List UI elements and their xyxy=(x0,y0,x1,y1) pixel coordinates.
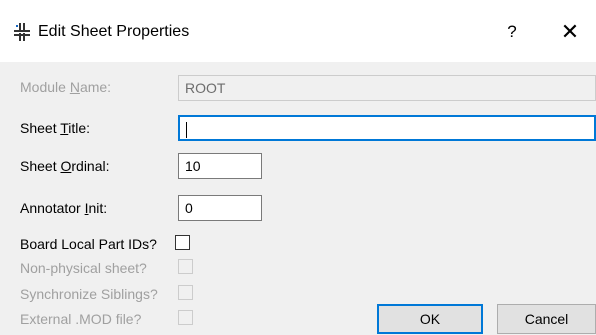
sheet-properties-icon xyxy=(14,23,30,41)
board-local-part-ids-checkbox[interactable] xyxy=(175,235,190,250)
non-physical-sheet-label: Non-physical sheet? xyxy=(20,260,147,276)
text-caret xyxy=(186,122,187,139)
window-title: Edit Sheet Properties xyxy=(38,23,190,40)
annotator-init-label: Annotator Init: xyxy=(20,200,108,216)
cancel-button[interactable]: Cancel xyxy=(497,304,596,334)
sheet-ordinal-label: Sheet Ordinal: xyxy=(20,158,110,174)
synchronize-siblings-checkbox[interactable] xyxy=(178,285,193,300)
non-physical-sheet-checkbox[interactable] xyxy=(178,259,193,274)
sheet-ordinal-input[interactable]: 10 xyxy=(178,153,262,179)
help-button[interactable]: ? xyxy=(492,14,532,50)
sheet-title-label: Sheet Title: xyxy=(20,120,91,136)
external-mod-file-label: External .MOD file? xyxy=(20,311,142,327)
external-mod-file-checkbox[interactable] xyxy=(178,310,193,325)
board-local-part-ids-label: Board Local Part IDs? xyxy=(20,236,157,252)
module-name-field: ROOT xyxy=(178,75,596,101)
close-button[interactable]: ✕ xyxy=(550,14,590,50)
title-bar: Edit Sheet Properties ? ✕ xyxy=(0,0,596,62)
module-name-label: Module Name: xyxy=(20,79,112,95)
synchronize-siblings-label: Synchronize Siblings? xyxy=(20,286,158,302)
ok-button[interactable]: OK xyxy=(377,304,483,334)
sheet-title-input[interactable] xyxy=(178,115,596,141)
annotator-init-input[interactable]: 0 xyxy=(178,195,262,221)
